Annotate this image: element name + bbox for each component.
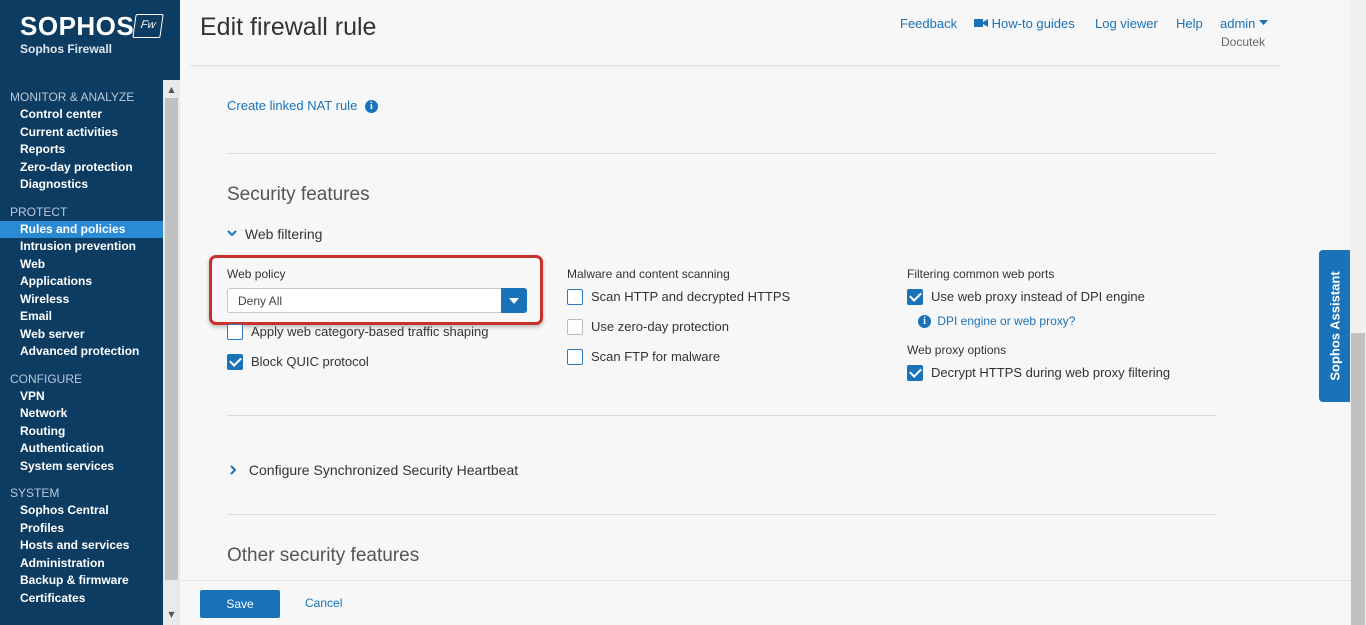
- nav-section-title: MONITOR & ANALYZE: [10, 90, 135, 104]
- sidebar-item-wireless[interactable]: Wireless: [0, 291, 163, 309]
- sidebar-item-certificates[interactable]: Certificates: [0, 590, 163, 608]
- sidebar-item-authentication[interactable]: Authentication: [0, 440, 163, 458]
- sidebar-scrollbar[interactable]: ▲ ▼: [163, 80, 180, 625]
- checkbox-icon[interactable]: [227, 324, 243, 340]
- product-name: Sophos Firewall: [20, 42, 113, 56]
- nat-rule-row: Create linked NAT rule i: [227, 98, 378, 113]
- checkbox-icon[interactable]: [567, 349, 583, 365]
- sidebar-item-current-activities[interactable]: Current activities: [0, 124, 163, 142]
- page-title: Edit firewall rule: [200, 13, 377, 41]
- security-features-title: Security features: [227, 184, 370, 205]
- checkbox-icon[interactable]: [567, 289, 583, 305]
- scroll-down-icon[interactable]: ▼: [163, 607, 180, 623]
- sidebar-item-intrusion-prevention[interactable]: Intrusion prevention: [0, 238, 163, 256]
- sidebar-item-network[interactable]: Network: [0, 405, 163, 423]
- nav-section-title: CONFIGURE: [10, 371, 82, 386]
- sidebar-item-diagnostics[interactable]: Diagnostics: [0, 176, 163, 194]
- sidebar-item-system-services[interactable]: System services: [0, 458, 163, 476]
- traffic-shaping-label: Apply web category-based traffic shaping: [251, 324, 489, 339]
- zero-day-label: Use zero-day protection: [591, 319, 730, 334]
- checkbox-checked-icon[interactable]: [227, 354, 243, 370]
- sidebar-item-zero-day-protection[interactable]: Zero-day protection: [0, 159, 163, 177]
- sidebar-item-routing[interactable]: Routing: [0, 423, 163, 441]
- sidebar-item-vpn[interactable]: VPN: [0, 388, 163, 406]
- howto-guides-label: How-to guides: [991, 16, 1075, 31]
- sidebar-item-hosts-and-services[interactable]: Hosts and services: [0, 537, 163, 555]
- caret-down-icon: [1259, 20, 1269, 25]
- dropdown-arrow-icon[interactable]: [501, 288, 527, 313]
- heartbeat-toggle[interactable]: Configure Synchronized Security Heartbea…: [227, 462, 518, 478]
- web-ports-title: Filtering common web ports: [907, 267, 1055, 281]
- assistant-label: Sophos Assistant: [1327, 271, 1342, 381]
- sidebar-item-administration[interactable]: Administration: [0, 555, 163, 573]
- info-icon[interactable]: i: [364, 100, 378, 113]
- page-scrollbar[interactable]: [1350, 0, 1366, 625]
- scan-http-label: Scan HTTP and decrypted HTTPS: [591, 289, 791, 304]
- scrollbar-thumb[interactable]: [1351, 333, 1365, 625]
- divider: [227, 415, 1217, 416]
- nav-menu: MONITOR & ANALYZE Control center Current a…: [0, 80, 163, 607]
- web-policy-label: Web policy: [227, 267, 286, 281]
- checkbox-checked-icon[interactable]: [907, 289, 923, 305]
- heartbeat-label: Configure Synchronized Security Heartbea…: [248, 462, 519, 478]
- chevron-down-icon: [227, 230, 237, 237]
- divider: [227, 514, 1217, 515]
- company-name: Docutek: [1221, 35, 1266, 49]
- create-nat-rule-link[interactable]: Create linked NAT rule: [227, 98, 357, 113]
- sidebar-item-reports[interactable]: Reports: [0, 141, 163, 159]
- feedback-link[interactable]: Feedback: [900, 16, 957, 31]
- sidebar-item-email[interactable]: Email: [0, 308, 163, 326]
- main-content: Create linked NAT rule i Security featur…: [180, 66, 1350, 580]
- dpi-engine-link[interactable]: DPI engine or web proxy?: [937, 314, 1075, 328]
- log-viewer-link[interactable]: Log viewer: [1095, 16, 1158, 31]
- scroll-up-icon[interactable]: ▲: [163, 82, 180, 98]
- nav-section-title: SYSTEM: [10, 486, 60, 500]
- web-policy-value: Deny All: [238, 294, 283, 308]
- chevron-right-icon: [230, 465, 237, 475]
- web-filtering-label: Web filtering: [244, 226, 323, 242]
- block-quic-label: Block QUIC protocol: [251, 354, 369, 369]
- web-filtering-toggle[interactable]: Web filtering: [227, 226, 322, 242]
- sidebar-item-backup-firmware[interactable]: Backup & firmware: [0, 572, 163, 590]
- scan-ftp-label: Scan FTP for malware: [591, 349, 721, 364]
- web-proxy-label: Use web proxy instead of DPI engine: [931, 289, 1145, 304]
- video-camera-icon: [974, 19, 988, 27]
- divider: [227, 153, 1217, 154]
- cancel-button[interactable]: Cancel: [305, 596, 342, 610]
- nav-section-title: PROTECT: [10, 204, 68, 219]
- malware-scanning-title: Malware and content scanning: [567, 267, 730, 281]
- sophos-assistant-tab[interactable]: Sophos Assistant: [1319, 250, 1350, 402]
- decrypt-https-label: Decrypt HTTPS during web proxy filtering: [931, 365, 1171, 380]
- sidebar-item-rules-and-policies[interactable]: Rules and policies: [0, 220, 163, 238]
- sidebar-item-profiles[interactable]: Profiles: [0, 520, 163, 538]
- info-icon: i: [918, 315, 931, 328]
- web-policy-select[interactable]: Deny All: [227, 288, 527, 313]
- sidebar-item-advanced-protection[interactable]: Advanced protection: [0, 343, 163, 361]
- web-proxy-options-title: Web proxy options: [907, 343, 1007, 357]
- help-link[interactable]: Help: [1176, 16, 1203, 31]
- admin-menu[interactable]: admin: [1220, 16, 1269, 31]
- footer-bar: Save Cancel: [180, 580, 1350, 625]
- sidebar-item-control-center[interactable]: Control center: [0, 106, 163, 124]
- save-button[interactable]: Save: [200, 590, 280, 618]
- sidebar-item-web-server[interactable]: Web server: [0, 326, 163, 344]
- sidebar: SOPHOS Sophos Firewall Fw MONITOR & ANAL…: [0, 0, 180, 625]
- sidebar-item-web[interactable]: Web: [0, 256, 163, 274]
- scrollbar-thumb[interactable]: [165, 98, 178, 580]
- brand: SOPHOS Sophos Firewall Fw: [0, 0, 180, 80]
- dpi-help-row: i DPI engine or web proxy?: [918, 314, 1075, 328]
- checkbox-disabled-icon: [567, 319, 583, 335]
- other-security-title: Other security features: [227, 545, 420, 566]
- howto-guides-link[interactable]: How-to guides: [974, 16, 1075, 31]
- sidebar-item-applications[interactable]: Applications: [0, 273, 163, 291]
- admin-label: admin: [1220, 16, 1256, 31]
- fw-badge-icon: Fw: [132, 14, 164, 38]
- checkbox-checked-icon[interactable]: [907, 365, 923, 381]
- sidebar-item-sophos-central[interactable]: Sophos Central: [0, 502, 163, 520]
